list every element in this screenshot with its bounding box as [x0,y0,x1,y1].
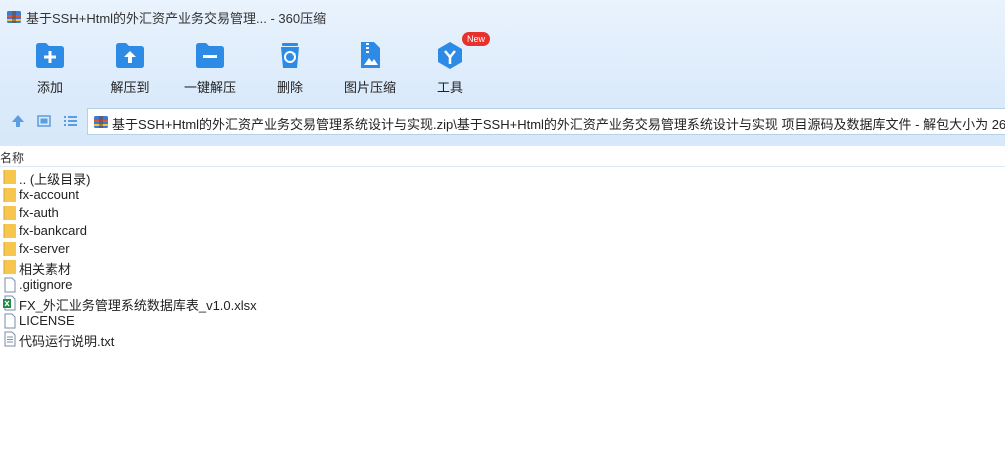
file-name: fx-bankcard [19,223,87,238]
file-name: .gitignore [19,277,73,292]
one-click-extract-icon [196,43,224,68]
thumbnail-view-icon[interactable] [35,112,53,130]
folder-icon [3,188,16,202]
list-item-gitignore[interactable]: .gitignore [0,276,1005,294]
delete-label: 删除 [276,80,303,95]
file-name: LICENSE [19,313,75,328]
window-title: 基于SSH+Html的外汇资产业务交易管理... - 360压缩 [26,11,327,26]
file-name: fx-auth [19,205,59,220]
image-compress-icon [361,42,380,68]
name-column-header[interactable]: 名称 [0,149,24,166]
archive-path: 基于SSH+Html的外汇资产业务交易管理系统设计与实现.zip\基于SSH+H… [112,117,1005,132]
image-compress-label: 图片压缩 [343,80,396,95]
title-bar: 基于SSH+Html的外汇资产业务交易管理... - 360压缩 [0,0,1005,34]
folder-icon [3,242,16,256]
file-name: fx-server [19,241,70,256]
file-name: fx-account [19,187,79,202]
one-click-extract-label: 一键解压 [183,80,236,95]
new-badge: New [462,32,491,46]
excel-file-icon [3,295,16,311]
address-bar: 基于SSH+Html的外汇资产业务交易管理系统设计与实现.zip\基于SSH+H… [0,104,1005,138]
extract-to-icon [116,43,144,68]
blank-file-icon [4,277,16,293]
extract-to-label: 解压到 [110,80,150,95]
list-item-fx-server[interactable]: fx-server [0,240,1005,258]
archive-app-icon [7,11,21,23]
list-view-icon[interactable] [61,112,79,130]
list-item-related-materials[interactable]: 相关素材 [0,258,1005,277]
tools-cube-icon [438,42,462,69]
list-item-xlsx[interactable]: FX_外汇业务管理系统数据库表_v1.0.xlsx [0,294,1005,313]
add-label: 添加 [36,80,63,95]
folder-icon [3,260,16,274]
column-header: 名称 [0,146,1005,167]
delete-button[interactable]: 删除 [250,36,330,98]
text-file-icon [4,331,16,347]
folder-icon [3,170,16,184]
file-list: .. (上级目录) fx-account fx-auth fx-bankcard… [0,168,1005,349]
list-item-fx-bankcard[interactable]: fx-bankcard [0,222,1005,240]
file-name: 代码运行说明.txt [19,334,115,349]
folder-icon [3,224,16,238]
tools-button[interactable]: New 工具 [410,32,491,98]
add-folder-icon [36,43,64,68]
recycle-bin-icon [281,43,299,68]
list-item-license[interactable]: LICENSE [0,312,1005,330]
list-item-fx-auth[interactable]: fx-auth [0,204,1005,222]
extract-to-button[interactable]: 解压到 [90,36,170,98]
list-item-readme-txt[interactable]: 代码运行说明.txt [0,330,1005,349]
list-item-fx-account[interactable]: fx-account [0,186,1005,204]
tools-label: 工具 [436,80,463,95]
up-arrow-icon[interactable] [9,112,27,130]
toolbar: 添加 解压到 一键解压 删除 图片压缩 New 工具 [0,32,1005,98]
one-click-extract-button[interactable]: 一键解压 [170,36,250,98]
folder-icon [3,206,16,220]
list-item-parent-dir[interactable]: .. (上级目录) [0,168,1005,187]
zip-archive-icon [94,116,108,128]
image-compress-button[interactable]: 图片压缩 [330,36,410,98]
blank-file-icon [4,313,16,329]
path-field[interactable]: 基于SSH+Html的外汇资产业务交易管理系统设计与实现.zip\基于SSH+H… [87,108,1005,135]
add-button[interactable]: 添加 [10,36,90,98]
